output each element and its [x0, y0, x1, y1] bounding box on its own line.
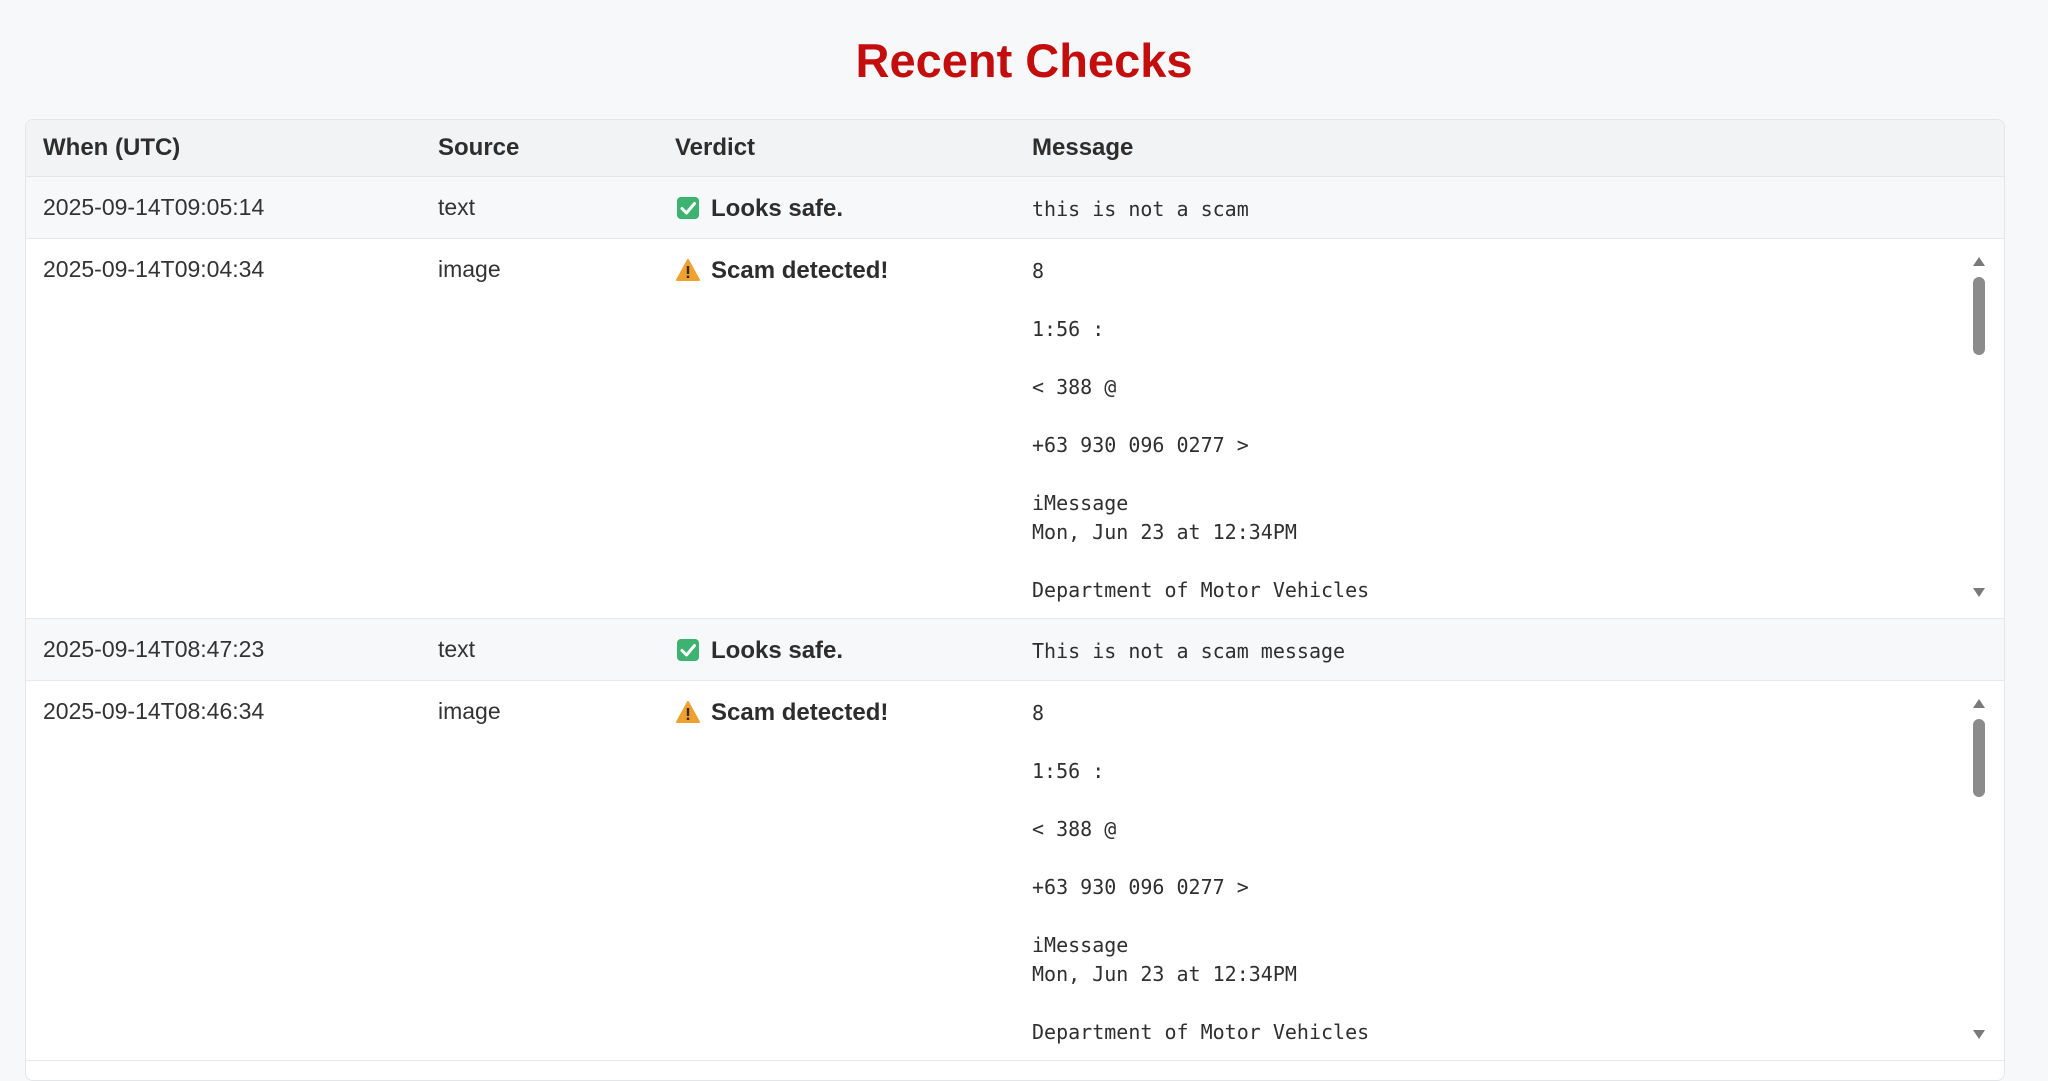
cell-source: image	[438, 256, 501, 282]
cell-when: 2025-09-14T09:05:14	[43, 194, 265, 220]
scrollbar-thumb[interactable]	[1973, 719, 1985, 797]
message-line: Mon, Jun 23 at 12:34PM	[1032, 520, 1297, 544]
check-mark-icon	[677, 197, 699, 219]
message-line: < 388 @	[1032, 375, 1117, 399]
cell-when: 2025-09-14T08:46:34	[43, 698, 265, 724]
column-header-when[interactable]: When (UTC)	[26, 120, 421, 176]
message-line	[1032, 460, 1964, 489]
cell-message: this is not a scam	[1015, 177, 2004, 238]
warning-icon	[676, 259, 700, 281]
cell-verdict: Scam detected!	[658, 239, 1015, 618]
column-header-message[interactable]: Message	[1015, 120, 2004, 176]
message-line: 1:56 :	[1032, 317, 1105, 341]
scroll-up-arrow-icon[interactable]	[1973, 699, 1985, 708]
message-text: This is not a scam message	[1032, 637, 2004, 680]
message-line: Department of Motor Vehicles	[1032, 578, 1370, 602]
message-line	[1032, 402, 1964, 431]
verdict-label: Looks safe.	[711, 637, 844, 664]
cell-source: image	[438, 698, 501, 724]
cell-message[interactable]: 8 1:56 : < 388 @ +63 930 096 0277 > iMessage…	[1015, 681, 2004, 1060]
message-line: iMessage	[1032, 933, 1129, 957]
column-header-source[interactable]: Source	[421, 120, 658, 176]
cell-message[interactable]: 8 1:56 : < 388 @ +63 930 096 0277 > iMessage…	[1015, 239, 2004, 618]
cell-when: 2025-09-14T09:04:34	[43, 256, 265, 282]
cell-when: 2025-09-14T08:47:23	[43, 636, 265, 662]
table-row: 2025-09-14T09:05:14 text Looks safe. this i…	[26, 177, 2004, 239]
message-line: < 388 @	[1032, 817, 1117, 841]
message-line: 1:56 :	[1032, 759, 1105, 783]
message-scrollbar[interactable]	[1971, 257, 1987, 597]
table-header: When (UTC) Source Verdict Message	[26, 120, 2004, 177]
cell-message: This is not a scam message	[1015, 619, 2004, 680]
recent-checks-table: When (UTC) Source Verdict Message 2025-0…	[25, 119, 2005, 1081]
cell-verdict: Scam detected!	[658, 681, 1015, 1060]
message-line: iMessage	[1032, 491, 1129, 515]
message-text: this is not a scam	[1032, 195, 2004, 238]
table-row: 2025-09-14T09:04:34 image Scam detected! 8 1…	[26, 239, 2004, 619]
message-scroll-area[interactable]: 8 1:56 : < 388 @ +63 930 096 0277 > iMessage…	[1032, 699, 2004, 1049]
message-line: 8	[1032, 259, 1045, 283]
message-line: Mon, Jun 23 at 12:34PM	[1032, 962, 1297, 986]
message-line	[1032, 728, 1964, 757]
message-scroll-area[interactable]: 8 1:56 : < 388 @ +63 930 096 0277 > iMessage…	[1032, 257, 2004, 607]
table-row: 2025-09-14T08:47:23 text Looks safe. This i…	[26, 619, 2004, 681]
warning-icon	[676, 701, 700, 723]
page-title: Recent Checks	[855, 34, 1193, 87]
verdict-label: Scam detected!	[711, 699, 889, 726]
message-line: Department of Motor Vehicles	[1032, 1020, 1370, 1044]
message-line	[1032, 547, 1964, 576]
cell-source: text	[438, 636, 476, 662]
message-line	[1032, 786, 1964, 815]
cell-verdict: Looks safe.	[658, 177, 1015, 238]
message-scrollbar[interactable]	[1971, 699, 1987, 1039]
message-line	[1032, 844, 1964, 873]
message-line: This is not a scam message	[1032, 639, 1346, 663]
message-line	[1032, 989, 1964, 1018]
scroll-down-arrow-icon[interactable]	[1973, 1030, 1985, 1039]
table-body: 2025-09-14T09:05:14 text Looks safe. this i…	[26, 177, 2004, 1061]
scroll-up-arrow-icon[interactable]	[1973, 257, 1985, 266]
scrollbar-thumb[interactable]	[1973, 277, 1985, 355]
cell-source: text	[438, 194, 476, 220]
message-line	[1032, 902, 1964, 931]
message-line: 8	[1032, 701, 1045, 725]
cell-verdict: Looks safe.	[658, 619, 1015, 680]
table-row: 2025-09-14T08:46:34 image Scam detected! 8 1…	[26, 681, 2004, 1061]
check-mark-icon	[677, 639, 699, 661]
message-line: +63 930 096 0277 >	[1032, 433, 1249, 457]
verdict-label: Looks safe.	[711, 195, 844, 222]
message-line: this is not a scam	[1032, 197, 1249, 221]
column-header-verdict[interactable]: Verdict	[658, 120, 1015, 176]
message-line	[1032, 286, 1964, 315]
message-line	[1032, 344, 1964, 373]
verdict-label: Scam detected!	[711, 257, 889, 284]
scroll-down-arrow-icon[interactable]	[1973, 588, 1985, 597]
message-line: +63 930 096 0277 >	[1032, 875, 1249, 899]
